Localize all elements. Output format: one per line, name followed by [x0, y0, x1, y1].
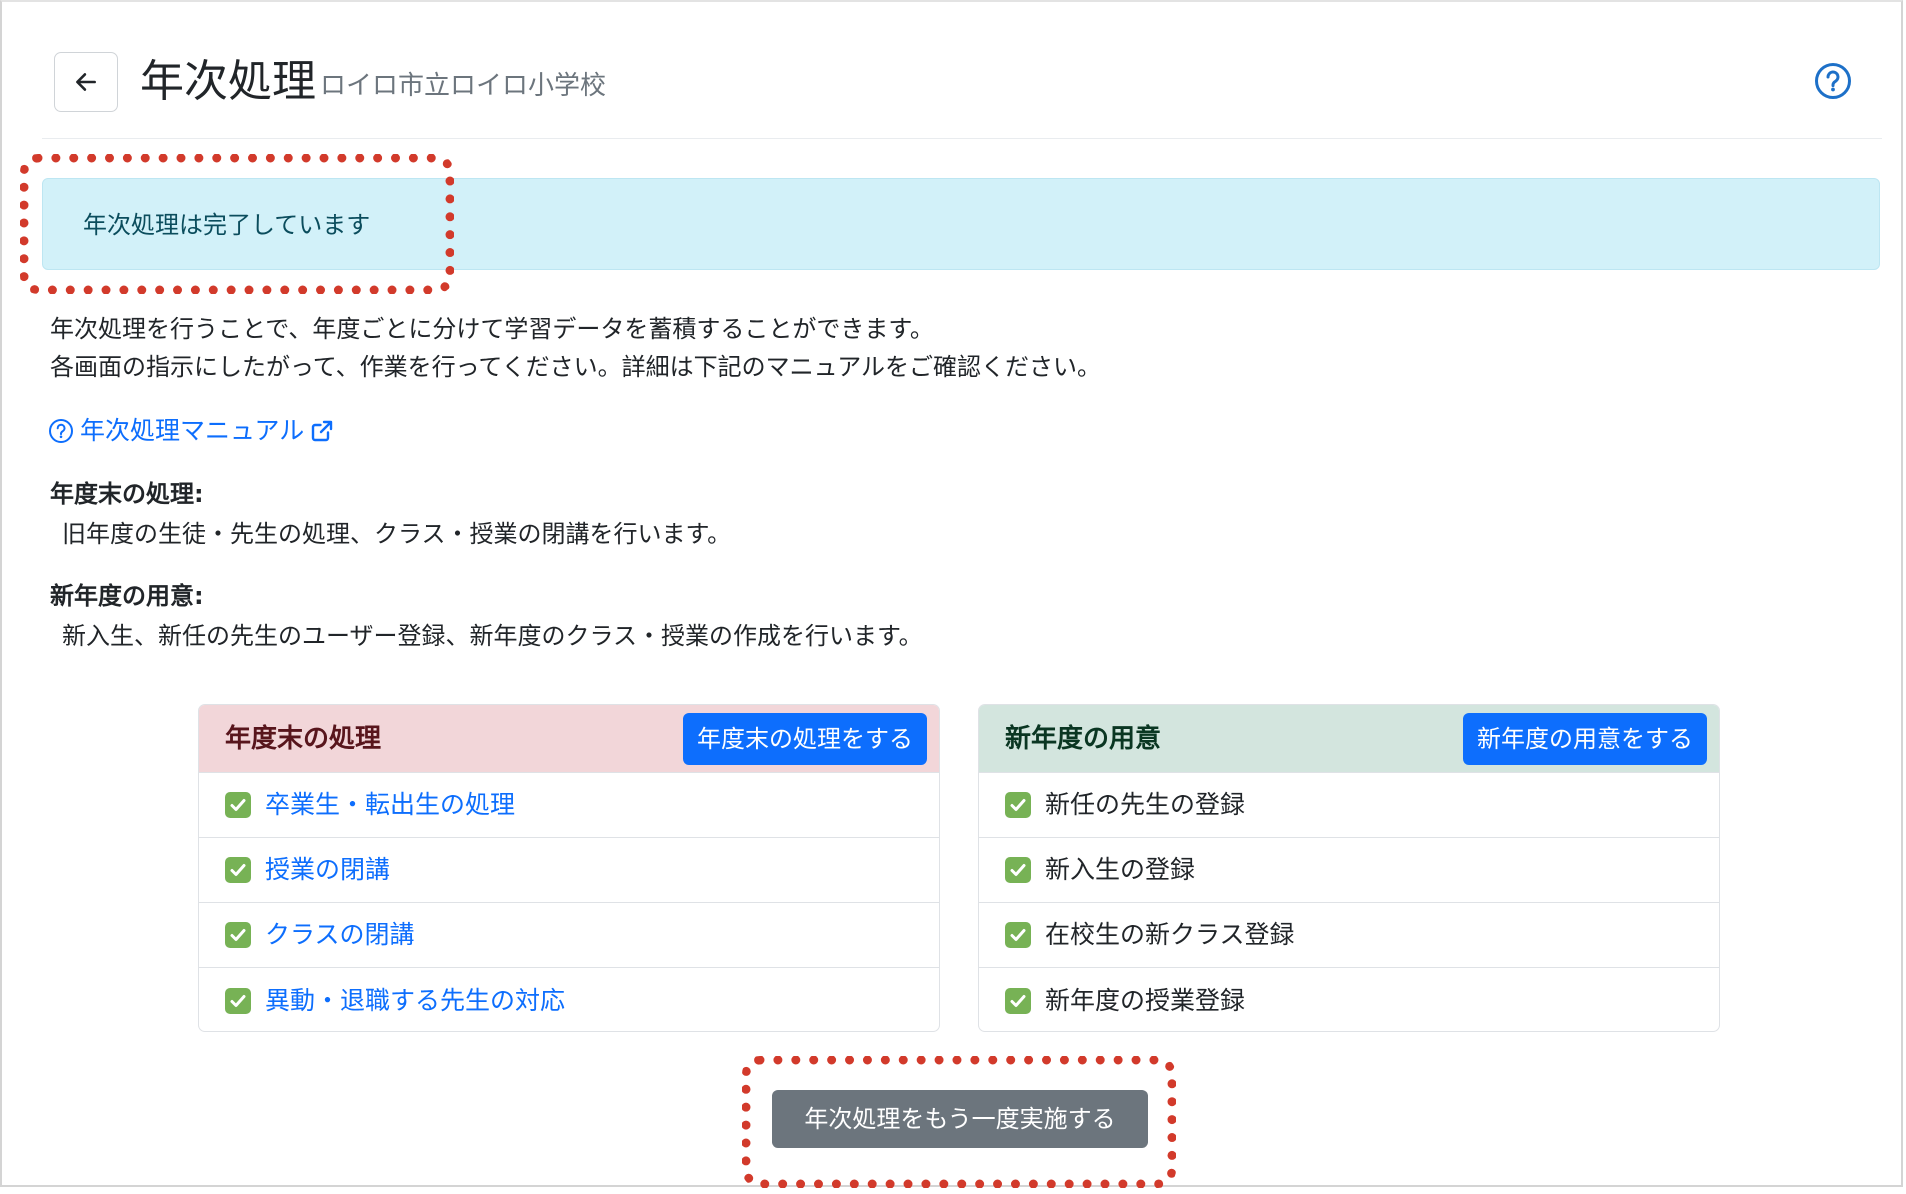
highlight-frame-redo	[742, 1056, 1176, 1188]
current-student-class-registration: 在校生の新クラス登録	[1045, 920, 1295, 949]
school-name: ロイロ市立ロイロ小学校	[320, 71, 607, 101]
section-heading-new-year: 新年度の用意:	[50, 582, 204, 610]
list-item: 在校生の新クラス登録	[979, 903, 1719, 968]
description-line-2: 各画面の指示にしたがって、作業を行ってください。詳細は下記のマニュアルをご確認く…	[50, 353, 1101, 381]
question-circle-icon	[49, 419, 73, 443]
manual-link-label: 年次処理マニュアル	[80, 416, 305, 445]
checkmark-icon	[1005, 857, 1031, 883]
checkmark-icon	[225, 857, 251, 883]
card-title-end-of-year: 年度末の処理	[225, 724, 382, 754]
list-item[interactable]: 授業の閉講	[199, 838, 939, 903]
section-body-new-year: 新入生、新任の先生のユーザー登録、新年度のクラス・授業の作成を行います。	[62, 622, 923, 650]
page-title: 年次処理	[140, 56, 316, 107]
card-header-end-of-year: 年度末の処理 年度末の処理をする	[199, 705, 939, 773]
card-title-new-year: 新年度の用意	[1005, 724, 1162, 754]
header-divider	[42, 138, 1882, 139]
list-item[interactable]: 異動・退職する先生の対応	[199, 968, 939, 1031]
card-header-new-year: 新年度の用意 新年度の用意をする	[979, 705, 1719, 773]
section-heading-end-of-year: 年度末の処理:	[50, 480, 204, 508]
list-item[interactable]: クラスの閉講	[199, 903, 939, 968]
external-link-icon	[312, 420, 333, 442]
section-body-end-of-year: 旧年度の生徒・先生の処理、クラス・授業の閉講を行います。	[62, 520, 732, 548]
list-item: 新入生の登録	[979, 838, 1719, 903]
checkmark-icon	[225, 922, 251, 948]
checkmark-icon	[1005, 792, 1031, 818]
highlight-frame-alert	[20, 154, 454, 294]
close-lessons-link[interactable]: 授業の閉講	[265, 852, 390, 888]
card-new-year: 新年度の用意 新年度の用意をする 新任の先生の登録 新入生の登録 在校生の新クラ…	[978, 704, 1720, 1032]
teacher-transfer-link[interactable]: 異動・退職する先生の対応	[265, 983, 565, 1019]
help-button[interactable]	[1814, 62, 1852, 100]
question-circle-icon	[1815, 63, 1851, 99]
description-line-1: 年次処理を行うことで、年度ごとに分けて学習データを蓄積することができます。	[50, 315, 934, 343]
back-button[interactable]	[54, 52, 118, 112]
arrow-left-icon	[76, 73, 96, 91]
new-teacher-registration: 新任の先生の登録	[1045, 790, 1246, 819]
checkmark-icon	[1005, 922, 1031, 948]
close-classes-link[interactable]: クラスの閉講	[265, 917, 415, 953]
card-end-of-year: 年度末の処理 年度末の処理をする 卒業生・転出生の処理 授業の閉講 クラスの閉講…	[198, 704, 940, 1032]
end-of-year-process-button[interactable]: 年度末の処理をする	[683, 713, 927, 765]
checkmark-icon	[1005, 987, 1031, 1014]
manual-link[interactable]: 年次処理マニュアル	[48, 412, 334, 450]
new-year-prepare-button[interactable]: 新年度の用意をする	[1463, 713, 1707, 765]
list-item[interactable]: 卒業生・転出生の処理	[199, 773, 939, 838]
checkmark-icon	[225, 792, 251, 818]
checkmark-icon	[225, 987, 251, 1014]
app-window: 年次処理 ロイロ市立ロイロ小学校 年次処理は完了しています 年次処理を行うことで…	[0, 0, 1903, 1188]
list-item: 新年度の授業登録	[979, 968, 1719, 1031]
description: 年次処理を行うことで、年度ごとに分けて学習データを蓄積することができます。 各画…	[50, 310, 1101, 386]
new-year-lesson-registration: 新年度の授業登録	[1045, 985, 1246, 1015]
list-item: 新任の先生の登録	[979, 773, 1719, 838]
graduates-transfer-link[interactable]: 卒業生・転出生の処理	[265, 787, 515, 823]
new-student-registration: 新入生の登録	[1045, 855, 1196, 884]
